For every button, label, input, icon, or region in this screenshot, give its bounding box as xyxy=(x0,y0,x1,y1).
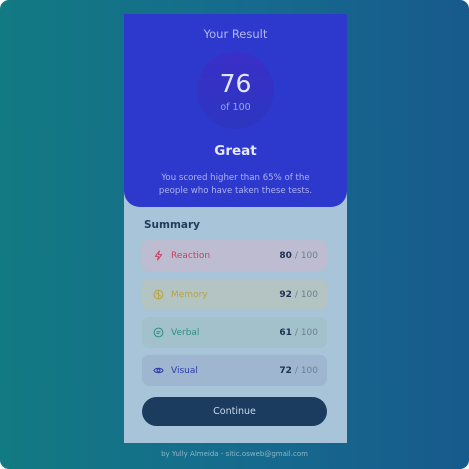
summary-item-value: 92 xyxy=(279,289,292,300)
results-summary-card: Your Result 76 of 100 Great You scored h… xyxy=(124,14,347,443)
summary-item-label: Reaction xyxy=(171,250,211,261)
summary-item-max: / 100 xyxy=(294,289,318,300)
summary-item-label: Visual xyxy=(171,365,198,376)
page-background: Your Result 76 of 100 Great You scored h… xyxy=(0,0,469,469)
summary-item-label: Memory xyxy=(171,289,208,300)
score-circle: 76 of 100 xyxy=(197,52,274,129)
result-title: Your Result xyxy=(203,27,268,41)
summary-item-reaction: Reaction 80 / 100 xyxy=(142,240,327,271)
summary-item-memory: Memory 92 / 100 xyxy=(142,279,327,310)
summary-item-verbal: Verbal 61 / 100 xyxy=(142,317,327,348)
summary-item-value: 72 xyxy=(279,365,292,376)
attribution-footer: by Yully Almeida - sitic.osweb@gmail.com xyxy=(161,450,308,458)
score-value: 76 xyxy=(219,68,252,98)
summary-item-max: / 100 xyxy=(294,327,318,338)
lightning-icon xyxy=(152,250,164,262)
score-max-label: of 100 xyxy=(220,101,251,113)
summary-item-max: / 100 xyxy=(294,250,318,261)
result-description: You scored higher than 65% of the people… xyxy=(158,173,313,196)
summary-item-value: 61 xyxy=(279,327,292,338)
summary-item-visual: Visual 72 / 100 xyxy=(142,355,327,386)
rating-label: Great xyxy=(214,143,257,159)
continue-button[interactable]: Continue xyxy=(142,397,327,426)
summary-title: Summary xyxy=(144,219,201,231)
summary-item-label: Verbal xyxy=(171,327,200,338)
brain-icon xyxy=(152,289,164,301)
result-panel: Your Result 76 of 100 Great You scored h… xyxy=(124,14,347,207)
summary-item-value: 80 xyxy=(279,250,292,261)
chat-bubble-icon xyxy=(152,327,164,339)
summary-item-max: / 100 xyxy=(294,365,318,376)
eye-icon xyxy=(152,365,164,377)
